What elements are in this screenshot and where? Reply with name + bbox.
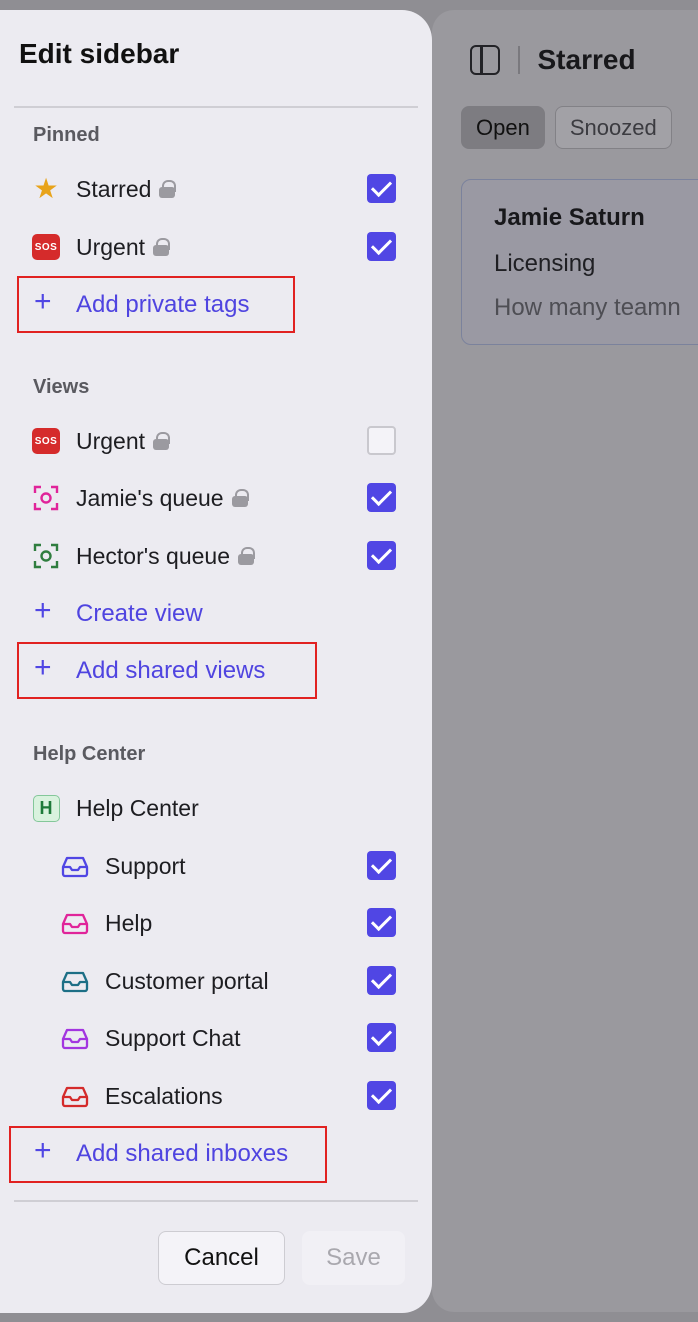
lock-icon	[159, 180, 177, 198]
card-subject: Licensing	[494, 250, 596, 277]
item-label: Urgent	[76, 427, 146, 454]
star-icon: ★	[33, 173, 59, 204]
inbox-icon	[61, 967, 89, 995]
inbox-icon	[61, 909, 89, 937]
sos-icon: SOS	[32, 233, 60, 261]
sidebar-toggle-icon[interactable]	[470, 45, 500, 75]
save-button[interactable]: Save	[302, 1231, 405, 1285]
lock-icon	[153, 432, 171, 450]
checkbox[interactable]	[367, 966, 396, 995]
checkbox[interactable]	[367, 174, 396, 203]
pinned-item-urgent[interactable]: SOS Urgent	[0, 225, 432, 269]
lock-icon	[237, 547, 255, 565]
checkbox[interactable]	[367, 1023, 396, 1052]
section-label-views: Views	[33, 376, 90, 398]
item-label: Jamie's queue	[76, 484, 224, 511]
card-preview: How many teamn	[494, 294, 681, 321]
inbox-icon	[61, 1082, 89, 1110]
inbox-item-escalations[interactable]: Escalations	[0, 1074, 432, 1118]
inbox-item-support[interactable]: Support	[0, 844, 432, 888]
item-label: Escalations	[105, 1082, 223, 1109]
item-label: Starred	[76, 175, 152, 202]
add-shared-inboxes-button[interactable]: + Add shared inboxes	[0, 1131, 432, 1175]
item-label: Help	[105, 909, 153, 936]
view-icon	[32, 484, 60, 512]
divider	[14, 1200, 418, 1202]
plus-icon: +	[34, 1134, 52, 1167]
inbox-item-help[interactable]: Help	[0, 901, 432, 945]
checkbox[interactable]	[367, 541, 396, 570]
item-label: Support Chat	[105, 1024, 241, 1051]
item-label: Customer portal	[105, 967, 269, 994]
checkbox[interactable]	[367, 1081, 396, 1110]
tab-open[interactable]: Open	[461, 106, 545, 149]
view-item-jamies-queue[interactable]: Jamie's queue	[0, 476, 432, 520]
checkbox[interactable]	[367, 232, 396, 261]
add-private-tags-button[interactable]: + Add private tags	[0, 282, 432, 326]
checkbox[interactable]	[367, 851, 396, 880]
help-center-group[interactable]: H Help Center	[0, 786, 432, 830]
background-header: Starred	[470, 40, 636, 80]
sos-icon: SOS	[32, 427, 60, 455]
header-divider	[518, 46, 520, 74]
checkbox[interactable]	[367, 426, 396, 455]
view-icon	[32, 542, 60, 570]
divider	[14, 106, 418, 108]
inbox-item-customer-portal[interactable]: Customer portal	[0, 959, 432, 1003]
item-label: Support	[105, 852, 186, 879]
inbox-icon	[61, 852, 89, 880]
create-view-button[interactable]: + Create view	[0, 591, 432, 635]
card-sender: Jamie Saturn	[494, 204, 645, 231]
plus-icon: +	[34, 651, 52, 684]
view-item-hectors-queue[interactable]: Hector's queue	[0, 534, 432, 578]
item-label: Urgent	[76, 233, 146, 260]
section-label-pinned: Pinned	[33, 124, 100, 146]
checkbox[interactable]	[367, 908, 396, 937]
item-label: Help Center	[76, 794, 199, 821]
inbox-item-support-chat[interactable]: Support Chat	[0, 1016, 432, 1060]
status-tabs: Open Snoozed	[461, 106, 672, 149]
panel-title: Edit sidebar	[19, 38, 180, 69]
plus-icon: +	[34, 594, 52, 627]
add-shared-views-button[interactable]: + Add shared views	[0, 648, 432, 692]
inbox-icon	[61, 1024, 89, 1052]
item-label: Hector's queue	[76, 542, 230, 569]
pinned-item-starred[interactable]: ★ Starred	[0, 167, 432, 211]
cancel-button[interactable]: Cancel	[158, 1231, 285, 1285]
edit-sidebar-panel: Edit sidebar Pinned ★ Starred SOS Urgent…	[0, 10, 432, 1313]
checkbox[interactable]	[367, 483, 396, 512]
conversation-card[interactable]: Jamie Saturn Licensing How many teamn	[461, 179, 698, 345]
help-center-badge-icon: H	[32, 794, 60, 822]
section-label-help-center: Help Center	[33, 743, 146, 765]
lock-icon	[231, 489, 249, 507]
view-item-urgent[interactable]: SOS Urgent	[0, 419, 432, 463]
plus-icon: +	[34, 285, 52, 318]
tab-snoozed[interactable]: Snoozed	[554, 106, 672, 149]
page-title: Starred	[537, 44, 636, 75]
lock-icon	[153, 238, 171, 256]
